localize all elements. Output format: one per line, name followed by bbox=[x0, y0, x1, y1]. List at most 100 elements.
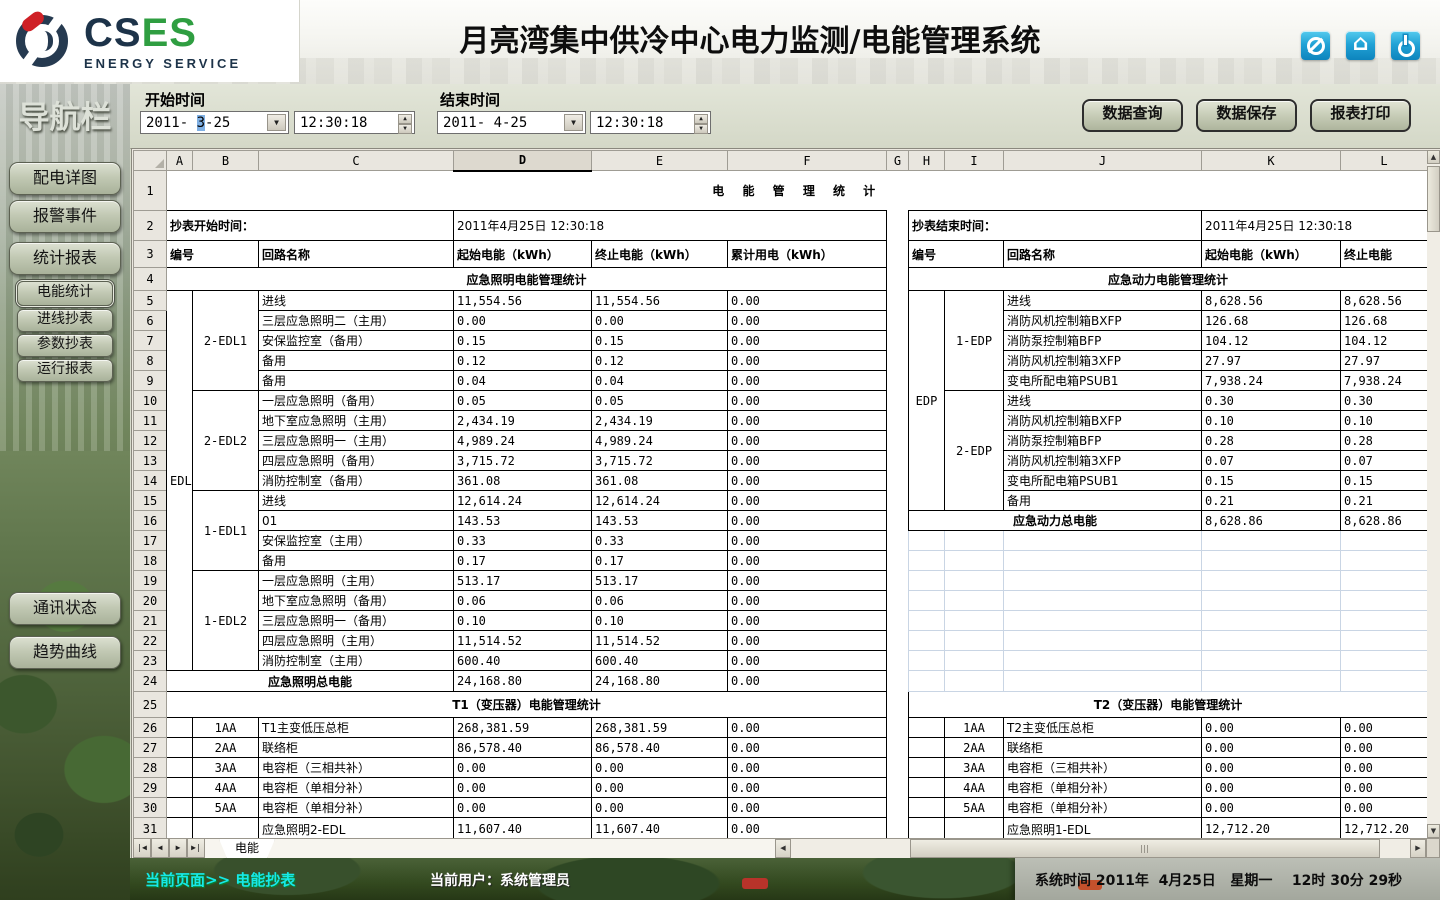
sheet-cell[interactable]: 0.06 bbox=[592, 591, 728, 611]
sheet-cell[interactable]: 513.17 bbox=[454, 571, 592, 591]
sheet-cell[interactable]: 0.07 bbox=[1341, 451, 1428, 471]
sheet-cell[interactable]: 0.00 bbox=[728, 758, 887, 778]
sheet-cell[interactable]: 600.40 bbox=[454, 651, 592, 671]
sidebar-item-alarm-events[interactable]: 报警事件 bbox=[9, 200, 121, 233]
sheet-cell[interactable] bbox=[945, 651, 1004, 671]
sheet-cell[interactable]: 电 能 管 理 统 计 bbox=[167, 171, 1428, 211]
sheet-cell[interactable]: 5AA bbox=[193, 798, 259, 818]
start-time-input[interactable]: 12:30:18 ▲▼ bbox=[294, 111, 415, 134]
sheet-cell[interactable]: 8,628.86 bbox=[1202, 511, 1341, 531]
sheet-cell[interactable] bbox=[887, 758, 909, 778]
sheet-cell[interactable]: 0.00 bbox=[728, 798, 887, 818]
sheet-cell[interactable]: 8,628.56 bbox=[1341, 291, 1428, 311]
sheet-cell[interactable]: 361.08 bbox=[592, 471, 728, 491]
row-header-24[interactable]: 24 bbox=[134, 671, 167, 692]
sheet-cell[interactable]: EDP bbox=[909, 291, 945, 511]
sheet-cell[interactable]: 0.00 bbox=[592, 758, 728, 778]
sheet-cell[interactable]: 回路名称 bbox=[259, 241, 454, 268]
sheet-cell[interactable]: 0.30 bbox=[1341, 391, 1428, 411]
sheet-cell[interactable] bbox=[909, 718, 945, 738]
sheet-cell[interactable]: 消防控制室（备用） bbox=[259, 471, 454, 491]
sheet-cell[interactable] bbox=[909, 551, 945, 571]
sheet-cell[interactable]: 2AA bbox=[945, 738, 1004, 758]
sheet-cell[interactable]: 进线 bbox=[1004, 291, 1202, 311]
sheet-cell[interactable]: 0.00 bbox=[454, 778, 592, 798]
sheet-cell[interactable] bbox=[1341, 611, 1428, 631]
sheet-cell[interactable] bbox=[887, 331, 909, 351]
sheet-cell[interactable] bbox=[1202, 591, 1341, 611]
sheet-cell[interactable]: 3AA bbox=[945, 758, 1004, 778]
sheet-cell[interactable] bbox=[1004, 551, 1202, 571]
sheet-cell[interactable]: 143.53 bbox=[592, 511, 728, 531]
sheet-cell[interactable] bbox=[909, 651, 945, 671]
sheet-cell[interactable] bbox=[167, 778, 193, 798]
column-header-C[interactable]: C bbox=[259, 151, 454, 171]
column-header-J[interactable]: J bbox=[1004, 151, 1202, 171]
sheet-cell[interactable] bbox=[887, 491, 909, 511]
sheet-cell[interactable]: 消防泵控制箱BFP bbox=[1004, 331, 1202, 351]
sheet-cell[interactable] bbox=[167, 758, 193, 778]
sheet-cell[interactable]: 抄表结束时间： bbox=[909, 211, 1202, 241]
column-header-D[interactable]: D bbox=[454, 151, 592, 171]
row-header-1[interactable]: 1 bbox=[134, 171, 167, 211]
sheet-cell[interactable]: 0.00 bbox=[728, 311, 887, 331]
sheet-cell[interactable]: 0.05 bbox=[454, 391, 592, 411]
sheet-cell[interactable] bbox=[1004, 571, 1202, 591]
sheet-cell[interactable] bbox=[945, 671, 1004, 692]
sheet-cell[interactable]: 安保监控室（备用） bbox=[259, 331, 454, 351]
sheet-cell[interactable] bbox=[909, 631, 945, 651]
row-header-20[interactable]: 20 bbox=[134, 591, 167, 611]
home-icon[interactable]: ⌂ bbox=[1346, 31, 1375, 60]
sheet-cell[interactable] bbox=[193, 818, 259, 839]
sheet-cell[interactable] bbox=[887, 291, 909, 311]
sheet-cell[interactable]: 143.53 bbox=[454, 511, 592, 531]
sheet-cell[interactable]: 应急照明2-EDL bbox=[259, 818, 454, 839]
sheet-cell[interactable]: 4AA bbox=[945, 778, 1004, 798]
sheet-cell[interactable] bbox=[1202, 611, 1341, 631]
sheet-cell[interactable] bbox=[909, 798, 945, 818]
sheet-cell[interactable]: 0.00 bbox=[728, 331, 887, 351]
sheet-cell[interactable] bbox=[887, 311, 909, 331]
sheet-cell[interactable]: 0.00 bbox=[728, 411, 887, 431]
end-date-picker[interactable]: 2011- 4-25 ▼ bbox=[437, 111, 586, 134]
row-header-11[interactable]: 11 bbox=[134, 411, 167, 431]
data-query-button[interactable]: 数据查询 bbox=[1082, 99, 1183, 132]
sheet-cell[interactable] bbox=[887, 778, 909, 798]
sheet-cell[interactable] bbox=[1004, 651, 1202, 671]
sheet-cell[interactable]: 回路名称 bbox=[1004, 241, 1202, 268]
sheet-cell[interactable] bbox=[167, 738, 193, 758]
sheet-cell[interactable]: 变电所配电箱PSUB1 bbox=[1004, 471, 1202, 491]
sheet-cell[interactable]: 安保监控室（主用） bbox=[259, 531, 454, 551]
sheet-cell[interactable]: 备用 bbox=[259, 551, 454, 571]
sheet-cell[interactable]: 电容柜（单相分补） bbox=[259, 798, 454, 818]
sheet-cell[interactable]: 86,578.40 bbox=[592, 738, 728, 758]
sheet-cell[interactable]: 11,607.40 bbox=[454, 818, 592, 839]
sheet-cell[interactable] bbox=[887, 531, 909, 551]
sheet-cell[interactable]: 联络柜 bbox=[259, 738, 454, 758]
sheet-cell[interactable]: 0.00 bbox=[728, 738, 887, 758]
sheet-cell[interactable] bbox=[909, 758, 945, 778]
sheet-cell[interactable]: 12,712.20 bbox=[1341, 818, 1428, 839]
sheet-cell[interactable]: T2主变低压总柜 bbox=[1004, 718, 1202, 738]
sidebar-item-distribution-diagram[interactable]: 配电详图 bbox=[9, 162, 121, 195]
spin-down-icon[interactable]: ▼ bbox=[694, 124, 708, 134]
sheet-cell[interactable]: 2-EDP bbox=[945, 391, 1004, 511]
row-header-29[interactable]: 29 bbox=[134, 778, 167, 798]
sheet-cell[interactable]: 0.00 bbox=[1341, 738, 1428, 758]
column-header-L[interactable]: L bbox=[1341, 151, 1428, 171]
last-sheet-button[interactable]: ▶| bbox=[187, 838, 205, 858]
sheet-cell[interactable]: 0.33 bbox=[454, 531, 592, 551]
row-header-2[interactable]: 2 bbox=[134, 211, 167, 241]
column-header-B[interactable]: B bbox=[193, 151, 259, 171]
sheet-cell[interactable]: 变电所配电箱PSUB1 bbox=[1004, 371, 1202, 391]
sheet-cell[interactable] bbox=[1202, 571, 1341, 591]
spin-down-icon[interactable]: ▼ bbox=[398, 124, 412, 134]
sheet-cell[interactable]: 1AA bbox=[945, 718, 1004, 738]
scroll-left-button[interactable]: ◀ bbox=[775, 839, 791, 858]
sheet-cell[interactable]: 三层应急照明一（主用） bbox=[259, 431, 454, 451]
sheet-cell[interactable]: 0.00 bbox=[728, 818, 887, 839]
sheet-cell[interactable]: 2011年4月25日 12:30:18 bbox=[1202, 211, 1428, 241]
spin-up-icon[interactable]: ▲ bbox=[398, 114, 412, 124]
sheet-cell[interactable] bbox=[167, 798, 193, 818]
sheet-cell[interactable]: 电容柜（三相共补） bbox=[1004, 758, 1202, 778]
